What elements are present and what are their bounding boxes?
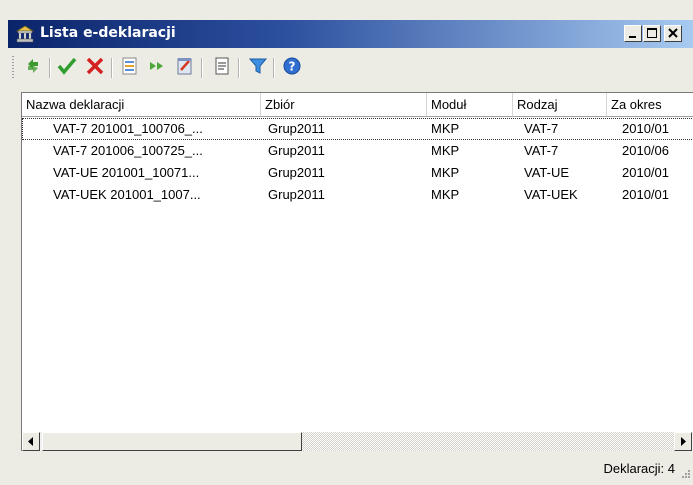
refresh-button[interactable] <box>21 54 45 78</box>
cell-module: MKP <box>431 165 460 180</box>
cell-period: 2010/01 <box>622 187 669 202</box>
e-declarations-window: Lista e-deklaracji ? Nazwa deklaracji Zb… <box>0 0 693 485</box>
declarations-list[interactable]: Nazwa deklaracji Zbiór Moduł Rodzaj Za o… <box>21 92 693 451</box>
toolbar-grip[interactable] <box>12 56 14 78</box>
toolbar-separator <box>49 58 51 78</box>
view-document-icon <box>215 57 229 75</box>
column-header-module[interactable]: Moduł <box>427 93 513 117</box>
cell-module: MKP <box>431 143 460 158</box>
toolbar-separator <box>238 58 240 78</box>
column-header-set[interactable]: Zbiór <box>261 93 427 117</box>
declarations-count: Deklaracji: 4 <box>603 461 675 476</box>
cell-set: Grup2011 <box>268 165 325 180</box>
toolbar-separator <box>111 58 113 78</box>
cell-type: VAT-7 <box>524 121 559 136</box>
cell-set: Grup2011 <box>268 187 325 202</box>
cell-type: VAT-UEK <box>524 187 578 202</box>
cell-type: VAT-7 <box>524 143 559 158</box>
edit-document-icon <box>177 58 192 75</box>
scrollbar-track[interactable] <box>302 432 674 451</box>
scroll-right-button[interactable] <box>674 432 692 451</box>
svg-text:?: ? <box>289 60 296 74</box>
cell-name: VAT-UE 201001_10071... <box>53 165 200 180</box>
horizontal-scrollbar[interactable] <box>22 432 693 451</box>
refresh-arrows-icon <box>28 59 38 73</box>
list-header: Nazwa deklaracji Zbiór Moduł Rodzaj Za o… <box>22 93 693 117</box>
reject-button[interactable] <box>83 54 107 78</box>
title-bar[interactable]: Lista e-deklaracji <box>8 20 693 48</box>
table-row[interactable]: VAT-7 201001_100706_... Grup2011 MKP VAT… <box>22 118 693 140</box>
bank-building-icon <box>15 25 35 43</box>
help-button[interactable]: ? <box>280 54 304 78</box>
export-button[interactable] <box>119 54 143 78</box>
cell-period: 2010/06 <box>622 143 669 158</box>
edit-button[interactable] <box>173 54 197 78</box>
cell-name: VAT-7 201001_100706_... <box>53 121 203 136</box>
table-row[interactable]: VAT-UEK 201001_1007... Grup2011 MKP VAT-… <box>22 184 693 206</box>
table-row[interactable]: VAT-7 201006_100725_... Grup2011 MKP VAT… <box>22 140 693 162</box>
close-button[interactable] <box>664 25 682 42</box>
toolbar-separator <box>201 58 203 78</box>
arrow-right-icon <box>681 437 686 446</box>
filter-icon <box>248 58 268 74</box>
close-icon <box>668 28 678 38</box>
cell-period: 2010/01 <box>622 121 669 136</box>
toolbar-separator <box>273 58 275 78</box>
maximize-button[interactable] <box>643 25 661 42</box>
reject-x-icon <box>86 57 104 75</box>
scroll-left-button[interactable] <box>22 432 40 451</box>
minimize-icon <box>629 36 636 38</box>
cell-module: MKP <box>431 187 460 202</box>
cell-set: Grup2011 <box>268 121 325 136</box>
status-bar: Deklaracji: 4 <box>8 454 693 485</box>
window-title: Lista e-deklaracji <box>40 25 176 41</box>
column-header-period[interactable]: Za okres <box>607 93 693 117</box>
send-button[interactable] <box>146 54 170 78</box>
minimize-button[interactable] <box>624 25 642 42</box>
approve-button[interactable] <box>55 54 79 78</box>
export-list-icon <box>122 57 137 75</box>
cell-name: VAT-UEK 201001_1007... <box>53 187 201 202</box>
send-arrows-icon <box>150 62 163 70</box>
cell-name: VAT-7 201006_100725_... <box>53 143 203 158</box>
filter-button[interactable] <box>246 54 270 78</box>
cell-type: VAT-UE <box>524 165 570 180</box>
column-header-name[interactable]: Nazwa deklaracji <box>22 93 261 117</box>
cell-set: Grup2011 <box>268 143 325 158</box>
table-row[interactable]: VAT-UE 201001_10071... Grup2011 MKP VAT-… <box>22 162 693 184</box>
cell-period: 2010/01 <box>622 165 669 180</box>
toolbar: ? <box>8 50 693 86</box>
maximize-icon <box>647 28 657 38</box>
help-icon: ? <box>283 57 301 75</box>
column-header-type[interactable]: Rodzaj <box>513 93 607 117</box>
approve-check-icon <box>57 57 77 75</box>
scrollbar-thumb[interactable] <box>42 432 302 451</box>
cell-module: MKP <box>431 121 460 136</box>
view-document-button[interactable] <box>210 54 234 78</box>
arrow-left-icon <box>28 437 33 446</box>
resize-grip-icon[interactable] <box>679 469 691 481</box>
